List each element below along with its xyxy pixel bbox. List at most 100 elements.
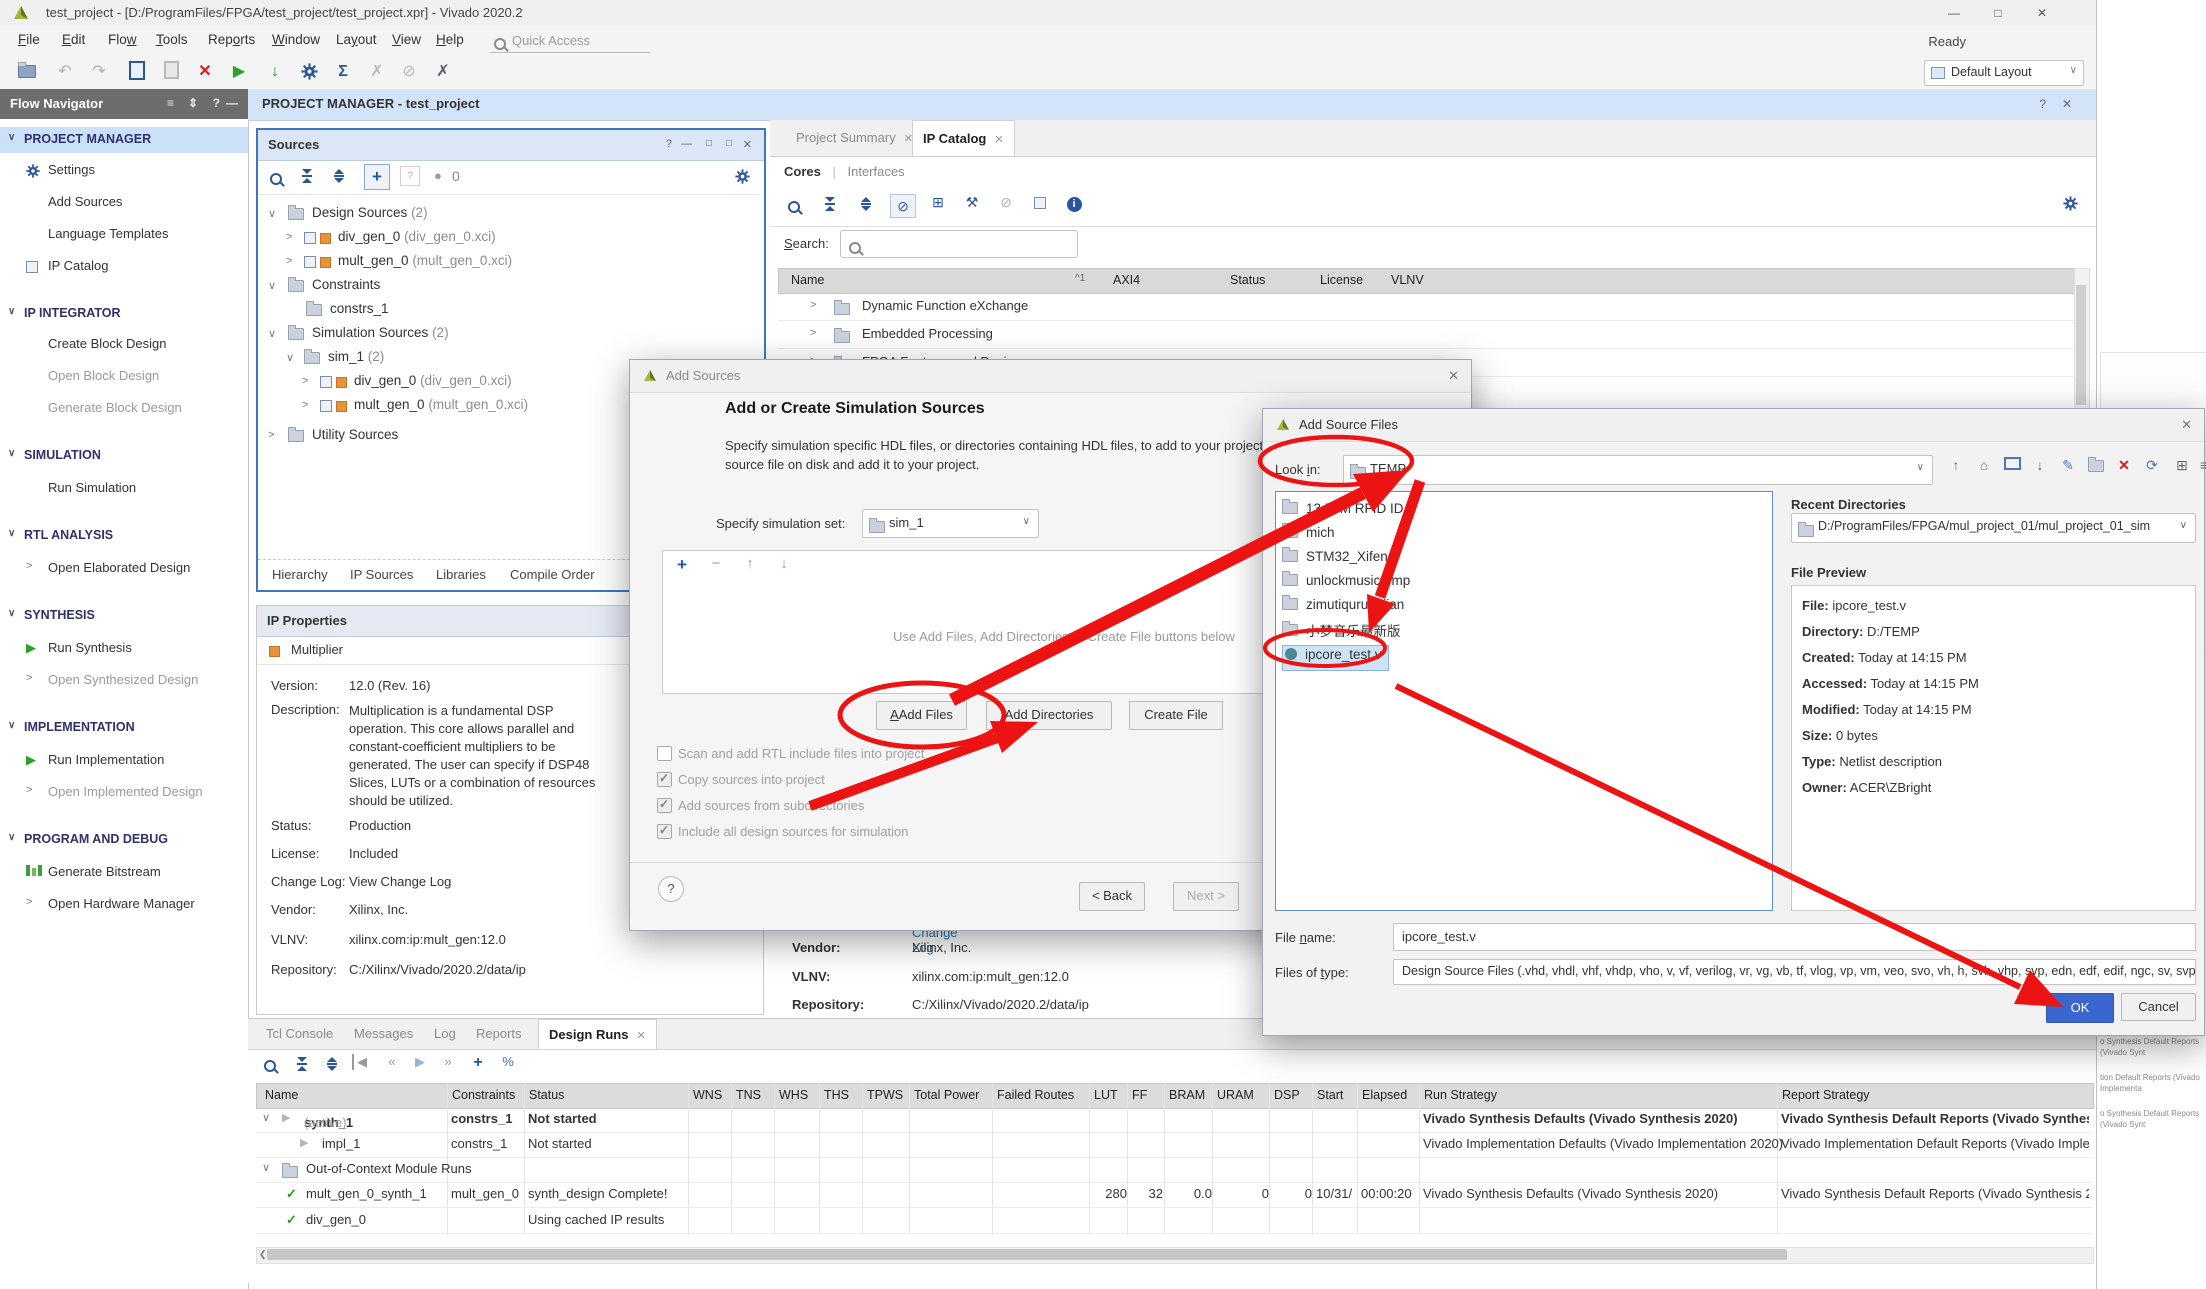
- step-icon[interactable]: ↓: [262, 61, 288, 83]
- maximize-icon[interactable]: □: [726, 138, 732, 149]
- clear-icon[interactable]: ⊘: [396, 61, 422, 83]
- checkbox-add-subdirs[interactable]: [657, 798, 672, 813]
- collapse-all-icon[interactable]: [290, 1055, 314, 1071]
- tab-design-runs[interactable]: Design Runs✕: [538, 1019, 657, 1049]
- file-item[interactable]: zimutiquruanjian: [1282, 596, 1404, 620]
- nav-ip-catalog[interactable]: IP Catalog: [0, 253, 248, 279]
- run-row-div-gen[interactable]: ✓ div_gen_0 Using cached IP results: [256, 1208, 2092, 1234]
- subtab-cores[interactable]: Cores: [784, 164, 821, 179]
- delete-icon[interactable]: ✕: [192, 61, 218, 83]
- dialog-title-bar[interactable]: Add Sources ✕: [630, 360, 1471, 393]
- step-forward-icon[interactable]: »: [436, 1054, 460, 1069]
- save-icon[interactable]: [124, 61, 150, 83]
- checkbox-include-all[interactable]: [657, 824, 672, 839]
- file-list[interactable]: 13.56M RFID ID mich STM32_Xifeng unlockm…: [1275, 491, 1773, 911]
- checkbox-scan-rtl[interactable]: [657, 746, 672, 761]
- run-icon[interactable]: ▶: [226, 61, 252, 83]
- recent-directories-dropdown[interactable]: D:/ProgramFiles/FPGA/mul_project_01/mul_…: [1791, 513, 2196, 543]
- edit-icon[interactable]: ✎: [2055, 457, 2081, 474]
- next-button[interactable]: Next >: [1173, 882, 1239, 911]
- tab-hierarchy[interactable]: Hierarchy: [272, 567, 328, 582]
- nav-generate-block-design[interactable]: Generate Block Design: [0, 395, 248, 421]
- menu-help[interactable]: Help: [436, 32, 464, 47]
- minimize-button[interactable]: —: [1932, 0, 1976, 26]
- help-icon[interactable]: ?: [666, 138, 672, 150]
- tab-ip-sources[interactable]: IP Sources: [350, 567, 413, 582]
- menu-window[interactable]: Window: [272, 32, 320, 47]
- section-synthesis[interactable]: ∨SYNTHESIS: [0, 603, 248, 629]
- view-change-log-link[interactable]: View Change Log: [349, 874, 451, 889]
- file-item[interactable]: unlockmusictemp: [1282, 572, 1410, 596]
- debug-probes-icon[interactable]: ✗: [430, 61, 456, 83]
- nav-run-implementation[interactable]: ▶Run Implementation: [0, 747, 248, 773]
- nav-run-simulation[interactable]: Run Simulation: [0, 475, 248, 501]
- maximize-button[interactable]: □: [1976, 0, 2020, 26]
- quick-access-input[interactable]: Quick Access: [490, 30, 650, 53]
- cancel-run-icon[interactable]: ✗: [364, 61, 390, 83]
- close-icon[interactable]: ✕: [1448, 368, 1459, 384]
- file-item[interactable]: 小梦音乐最新版: [1282, 620, 1401, 644]
- float-icon[interactable]: □: [706, 138, 712, 149]
- section-rtl-analysis[interactable]: ∨RTL ANALYSIS: [0, 523, 248, 549]
- dialog-title-bar[interactable]: Add Source Files ✕: [1263, 409, 2204, 442]
- section-ip-integrator[interactable]: ∨IP INTEGRATOR: [0, 301, 248, 327]
- info-icon[interactable]: i: [1062, 194, 1086, 212]
- tree-design-sources[interactable]: ∨Design Sources (2): [258, 202, 758, 226]
- settings-gear-icon[interactable]: [2058, 194, 2082, 211]
- minimize-icon[interactable]: —: [681, 138, 692, 150]
- run-row-mult-gen[interactable]: ✓ mult_gen_0_synth_1 mult_gen_0 synth_de…: [256, 1182, 2092, 1208]
- design-runs-header[interactable]: Name Constraints Status WNS TNS WHS THS …: [256, 1083, 2094, 1109]
- nav-generate-bitstream[interactable]: Generate Bitstream: [0, 859, 248, 885]
- report-sigma-icon[interactable]: Σ: [330, 61, 356, 83]
- horizontal-scrollbar[interactable]: ❮: [256, 1247, 2094, 1264]
- collapse-all-icon[interactable]: [818, 195, 842, 211]
- tab-reports[interactable]: Reports: [466, 1019, 532, 1048]
- nav-open-block-design[interactable]: Open Block Design: [0, 363, 248, 389]
- go-first-icon[interactable]: ◀: [352, 1054, 370, 1070]
- tree-constraints[interactable]: ∨Constraints: [258, 274, 758, 298]
- nav-open-implemented-design[interactable]: >Open Implemented Design: [0, 779, 248, 805]
- close-icon[interactable]: ✕: [636, 1030, 645, 1042]
- nav-open-synthesized-design[interactable]: >Open Synthesized Design: [0, 667, 248, 693]
- expand-all-icon[interactable]: [334, 167, 344, 183]
- settings-icon[interactable]: [296, 61, 322, 83]
- look-in-dropdown[interactable]: TEMP ∨: [1343, 455, 1933, 485]
- open-project-icon[interactable]: [14, 61, 40, 83]
- tab-compile-order[interactable]: Compile Order: [510, 567, 595, 582]
- collapse-all-icon[interactable]: [302, 167, 312, 183]
- view-list-icon[interactable]: ≡: [2191, 457, 2206, 473]
- customize-ip-wrench-icon[interactable]: ⚒: [960, 194, 984, 211]
- checkbox-copy-sources[interactable]: [657, 772, 672, 787]
- add-plus-icon[interactable]: +: [671, 555, 693, 575]
- redo-icon[interactable]: ↷: [86, 61, 112, 83]
- run-row-synth-1[interactable]: ∨ ▶ synth_1 (active) constrs_1 Not start…: [256, 1107, 2092, 1133]
- up-directory-icon[interactable]: ↑: [1943, 457, 1969, 473]
- help-toggle-icon[interactable]: ?: [400, 166, 420, 186]
- layout-selector[interactable]: Default Layout ∨: [1924, 60, 2084, 86]
- ip-category-row[interactable]: >Embedded Processing: [778, 320, 2076, 349]
- refresh-icon[interactable]: ⟳: [2139, 457, 2165, 474]
- tab-tcl-console[interactable]: Tcl Console: [256, 1019, 343, 1048]
- nav-run-synthesis[interactable]: ▶Run Synthesis: [0, 635, 248, 661]
- settings-gear-icon[interactable]: [735, 167, 750, 184]
- tree-mult-gen-0[interactable]: >mult_gen_0 (mult_gen_0.xci): [258, 250, 758, 274]
- hierarchy-view-icon[interactable]: ⊞: [926, 194, 950, 211]
- delete-icon[interactable]: ✕: [2111, 457, 2137, 474]
- add-directories-button[interactable]: Add Directories: [986, 701, 1112, 730]
- nav-settings[interactable]: Settings: [0, 157, 248, 183]
- files-of-type-dropdown[interactable]: Design Source Files (.vhd, vhdl, vhf, vh…: [1393, 959, 2196, 985]
- help-icon[interactable]: ?: [2039, 97, 2046, 111]
- tree-simulation-sources[interactable]: ∨Simulation Sources (2): [258, 322, 758, 346]
- expand-all-icon[interactable]: [854, 195, 878, 211]
- search-icon[interactable]: [258, 1057, 282, 1072]
- file-item-selected[interactable]: ipcore_test.v: [1282, 645, 1389, 671]
- section-implementation[interactable]: ∨IMPLEMENTATION: [0, 715, 248, 741]
- expand-all-icon[interactable]: ⇕: [188, 96, 198, 110]
- filter-icon[interactable]: ⊘: [890, 194, 916, 218]
- step-back-icon[interactable]: «: [380, 1054, 404, 1069]
- status-production-link[interactable]: Production: [349, 818, 411, 833]
- tab-libraries[interactable]: Libraries: [436, 567, 486, 582]
- nav-open-hardware-manager[interactable]: >Open Hardware Manager: [0, 891, 248, 917]
- search-icon[interactable]: [270, 170, 282, 186]
- nav-language-templates[interactable]: Language Templates: [0, 221, 248, 247]
